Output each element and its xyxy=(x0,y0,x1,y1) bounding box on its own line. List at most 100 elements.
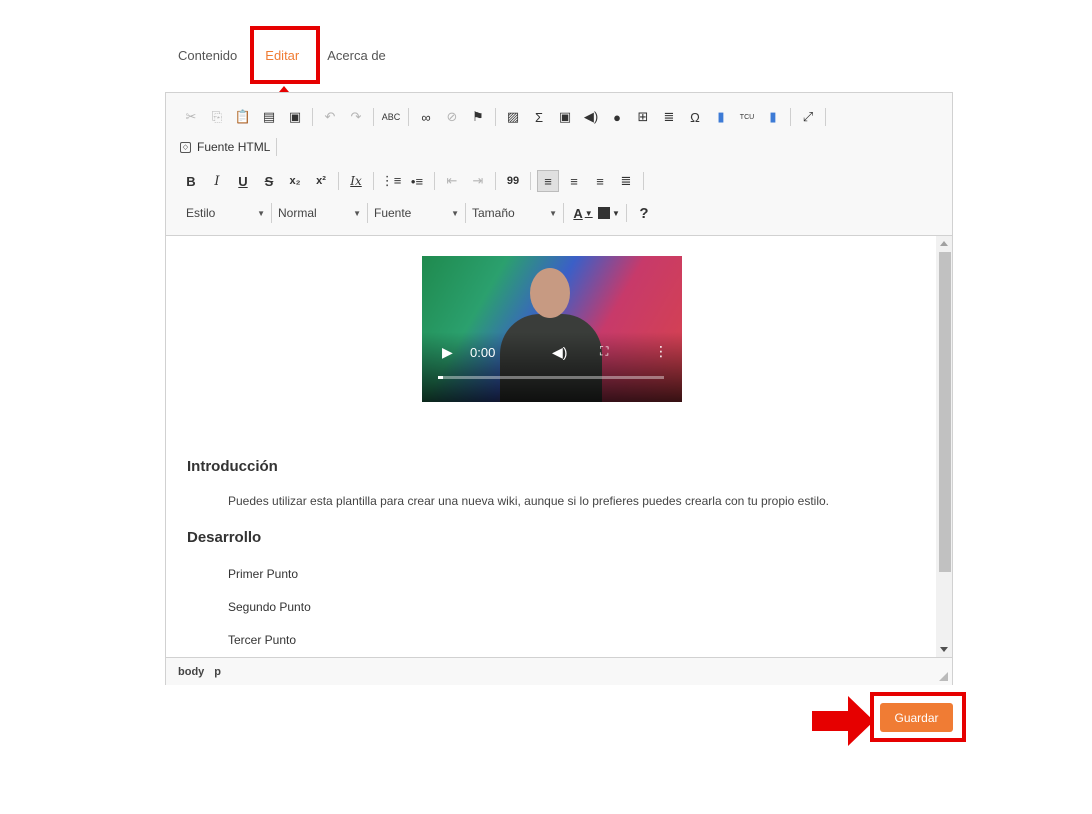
toolbar-separator xyxy=(373,108,374,126)
strike-button[interactable]: S xyxy=(258,170,280,192)
audio-icon[interactable]: ◀) xyxy=(580,106,602,128)
toolbar-separator xyxy=(495,108,496,126)
toolbar-separator xyxy=(408,108,409,126)
align-justify-icon[interactable]: ≣ xyxy=(615,170,637,192)
text-color-button[interactable]: A ▼ xyxy=(572,202,594,224)
toolbar-row-3: B I U S x₂ x² Ix ⋮≡ •≡ ⇤ ⇥ 99 ≡ ≡ ≡ ≣ xyxy=(180,169,650,193)
scroll-up-icon[interactable] xyxy=(940,241,948,246)
source-html-button[interactable]: ◇ Fuente HTML xyxy=(180,140,270,154)
scroll-down-icon[interactable] xyxy=(940,647,948,652)
toolbar-separator xyxy=(312,108,313,126)
path-p[interactable]: p xyxy=(214,666,221,678)
outdent-icon[interactable]: ⇤ xyxy=(441,170,463,192)
unlink-icon[interactable]: ⊘ xyxy=(441,106,463,128)
scrollbar[interactable] xyxy=(936,236,952,657)
highlight-box-edit-tab xyxy=(250,26,320,84)
save-button[interactable]: Guardar xyxy=(880,703,953,732)
element-path-bar: body p xyxy=(166,657,952,685)
horizontal-rule-icon[interactable]: ≣ xyxy=(658,106,680,128)
toolbar-separator xyxy=(643,172,644,190)
paste-text-icon[interactable]: ▤ xyxy=(258,106,280,128)
toolbar-separator xyxy=(495,172,496,190)
toolbar-row-1: ✂ ⎘ 📋 ▤ ▣ ↶ ↷ ABC ∞ ⊘ ⚑ ▨ Σ ▣ ◀) ● ⊞ ≣ Ω… xyxy=(180,105,832,129)
table-icon[interactable]: ⊞ xyxy=(632,106,654,128)
toolbar-row-4: Estilo ▼ Normal ▼ Fuente ▼ Tamaño ▼ A ▼ … xyxy=(180,201,659,225)
align-right-icon[interactable]: ≡ xyxy=(589,170,611,192)
style-dropdown-label: Estilo xyxy=(186,206,216,220)
toolbar-row-2: ◇ Fuente HTML xyxy=(180,135,283,159)
undo-icon[interactable]: ↶ xyxy=(319,106,341,128)
list-item: Primer Punto xyxy=(228,567,299,581)
list-item: Tercer Punto xyxy=(228,633,297,647)
bg-color-icon xyxy=(598,207,611,219)
superscript-button[interactable]: x² xyxy=(310,170,332,192)
tab-contenido[interactable]: Contenido xyxy=(178,48,237,63)
fullscreen-icon[interactable]: ⛶ xyxy=(600,344,608,359)
special-char-icon[interactable]: Ω xyxy=(684,106,706,128)
tab-acerca-de[interactable]: Acerca de xyxy=(327,48,386,63)
video-progress-fill xyxy=(438,376,443,379)
path-body[interactable]: body xyxy=(178,666,204,678)
video-person-head xyxy=(530,268,570,318)
video-player[interactable]: ▶ 0:00 ◀) ⛶ ⋮ xyxy=(422,256,682,402)
chevron-down-icon: ▼ xyxy=(451,208,459,218)
size-dropdown[interactable]: Tamaño ▼ xyxy=(466,203,564,223)
cut-icon[interactable]: ✂ xyxy=(180,106,202,128)
source-html-label: Fuente HTML xyxy=(197,140,271,154)
text-color-label: A xyxy=(573,205,583,221)
bulleted-list-icon[interactable]: •≡ xyxy=(406,170,428,192)
underline-button[interactable]: U xyxy=(232,170,254,192)
font-dropdown[interactable]: Fuente ▼ xyxy=(368,203,466,223)
image-icon[interactable]: ▨ xyxy=(502,106,524,128)
help-button[interactable]: ? xyxy=(633,202,655,224)
chevron-down-icon: ▼ xyxy=(353,208,361,218)
maximize-icon[interactable]: ⤢ xyxy=(797,106,819,128)
align-left-icon[interactable]: ≡ xyxy=(537,170,559,192)
document-icon[interactable]: ▮ xyxy=(762,106,784,128)
video-icon[interactable]: ▣ xyxy=(554,106,576,128)
redo-icon[interactable]: ↷ xyxy=(345,106,367,128)
toolbar-separator xyxy=(626,204,627,222)
copy-icon[interactable]: ⎘ xyxy=(206,106,228,128)
paste-word-icon[interactable]: ▣ xyxy=(284,106,306,128)
remove-format-button[interactable]: Ix xyxy=(345,170,367,192)
toolbar-separator xyxy=(434,172,435,190)
bold-button[interactable]: B xyxy=(180,170,202,192)
italic-button[interactable]: I xyxy=(206,170,228,192)
more-options-icon[interactable]: ⋮ xyxy=(654,343,668,360)
volume-icon[interactable]: ◀) xyxy=(552,344,567,361)
list-item: Segundo Punto xyxy=(228,600,311,614)
toolbar-separator xyxy=(790,108,791,126)
scrollbar-thumb[interactable] xyxy=(939,252,951,572)
link-icon[interactable]: ∞ xyxy=(415,106,437,128)
template-icon[interactable]: ▮ xyxy=(710,106,732,128)
video-progress-bar[interactable] xyxy=(438,376,664,379)
resize-handle-icon[interactable] xyxy=(939,672,948,681)
toolbar-separator xyxy=(373,172,374,190)
align-center-icon[interactable]: ≡ xyxy=(563,170,585,192)
indent-icon[interactable]: ⇥ xyxy=(467,170,489,192)
play-icon[interactable]: ▶ xyxy=(442,344,453,361)
chevron-down-icon: ▼ xyxy=(584,208,593,218)
format-dropdown-label: Normal xyxy=(278,206,317,220)
format-dropdown[interactable]: Normal ▼ xyxy=(272,203,368,223)
blockquote-button[interactable]: 99 xyxy=(502,170,524,192)
tcu-icon[interactable]: TCU xyxy=(736,106,758,128)
editor-content[interactable]: ▶ 0:00 ◀) ⛶ ⋮ Introducción Puedes utiliz… xyxy=(166,236,936,657)
font-dropdown-label: Fuente xyxy=(374,206,412,220)
numbered-list-icon[interactable]: ⋮≡ xyxy=(380,170,402,192)
heading-desarrollo: Desarrollo xyxy=(187,529,262,546)
spellcheck-icon[interactable]: ABC xyxy=(380,106,402,128)
style-dropdown[interactable]: Estilo ▼ xyxy=(180,203,272,223)
rich-text-editor: ✂ ⎘ 📋 ▤ ▣ ↶ ↷ ABC ∞ ⊘ ⚑ ▨ Σ ▣ ◀) ● ⊞ ≣ Ω… xyxy=(165,92,953,685)
toolbar-separator xyxy=(825,108,826,126)
anchor-icon[interactable]: ⚑ xyxy=(467,106,489,128)
flash-icon[interactable]: ● xyxy=(606,106,628,128)
paste-icon[interactable]: 📋 xyxy=(232,106,254,128)
size-dropdown-label: Tamaño xyxy=(472,206,515,220)
formula-icon[interactable]: Σ xyxy=(528,106,550,128)
arrow-right-annotation xyxy=(812,696,874,746)
bg-color-button[interactable]: ▼ xyxy=(598,202,620,224)
chevron-down-icon: ▼ xyxy=(612,208,620,218)
subscript-button[interactable]: x₂ xyxy=(284,170,306,192)
